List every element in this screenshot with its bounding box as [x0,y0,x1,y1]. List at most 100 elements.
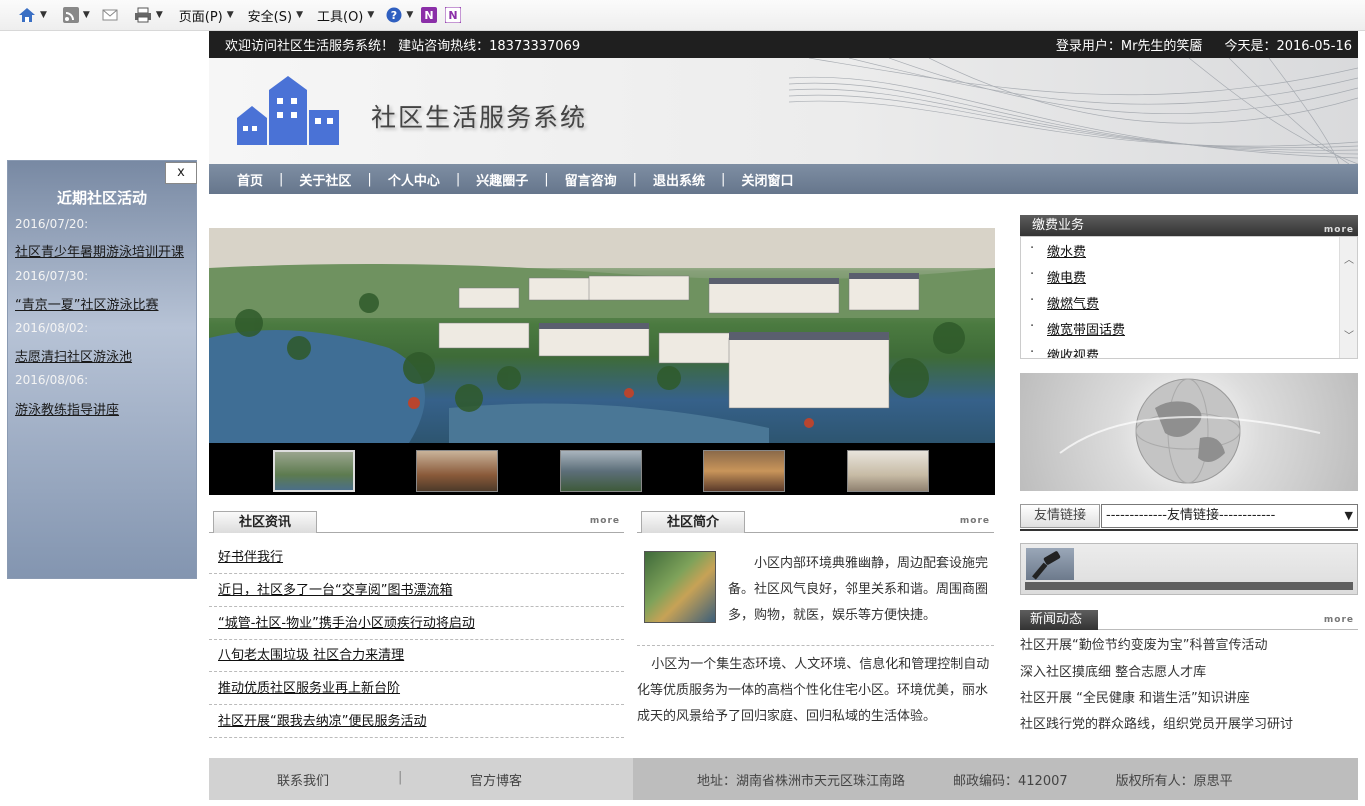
community-scene-illustration [209,228,995,443]
slide-thumbnail[interactable] [273,450,355,492]
scroll-up-icon[interactable]: ︿ [1344,251,1354,266]
contact-link[interactable]: 联系我们 [277,770,329,789]
community-news-header: 社区资讯 more [209,511,624,533]
news-item[interactable]: 好书伴我行 [209,541,624,574]
community-building-logo-icon [237,76,339,145]
news-dynamics-item[interactable]: 社区践行党的群众路线，组织党员开展学习研讨 [1020,713,1293,732]
panel-title: 近期社区活动 [56,189,147,207]
print-button[interactable]: ▼ [130,3,167,27]
chevron-down-icon[interactable]: ▼ [83,10,90,20]
chevron-down-icon: ▼ [296,10,303,20]
onenote-linked-button[interactable]: N [441,3,465,27]
safety-menu[interactable]: 安全(S) ▼ [244,3,307,27]
news-dynamics-item[interactable]: 社区开展“勤俭节约变废为宝”科普宣传活动 [1020,634,1267,653]
printer-icon [134,7,151,23]
chevron-down-icon[interactable]: ▼ [40,10,47,20]
event-link[interactable]: 游泳教练指导讲座 [15,399,119,418]
blog-link[interactable]: 官方博客 [470,770,522,789]
news-item[interactable]: 推动优质社区服务业再上新台阶 [209,672,624,705]
intro-paragraph: 小区为一个集生态环境、人文环境、信息化和管理控制自动化等优质服务为一体的高档个性… [637,657,990,724]
tools-menu-label: 工具(O) [317,9,364,25]
community-news-tab[interactable]: 社区资讯 [213,511,317,533]
page-menu-label: 页面(P) [178,9,223,25]
site-banner: 社区生活服务系统 [209,58,1358,164]
bullet: · [1030,293,1035,308]
scrollbar[interactable]: ︿ ﹀ [1339,237,1357,358]
news-dynamics-item[interactable]: 深入社区摸底细 整合志愿人才库 [1020,661,1206,680]
more-link[interactable]: more [960,516,990,526]
copyright-text: 版权所有人：原思平 [1115,773,1233,789]
event-date: 2016/08/02: [15,321,89,335]
slide-thumbnail[interactable] [847,450,929,492]
today-date: 今天是：2016-05-16 [1224,39,1352,54]
news-item[interactable]: 近日，社区多了一台“交享阅”图书漂流箱 [209,574,624,607]
links-label: 友情链接 [1020,504,1100,528]
news-item[interactable]: 八旬老太围垃圾 社区合力来清理 [209,639,624,672]
payment-link[interactable]: 缴水费 [1047,241,1086,260]
globe-icon [1059,378,1321,484]
address-text: 地址：湖南省株洲市天元区珠江南路 [697,773,906,789]
chevron-down-icon: ▼ [406,10,414,20]
slide-thumbnail[interactable] [416,450,498,492]
chevron-down-icon[interactable]: ▼ [1345,505,1353,527]
bullet: · [1030,241,1035,256]
community-intro-tab[interactable]: 社区简介 [641,511,745,533]
news-item[interactable]: 社区开展“跟我去纳凉”便民服务活动 [209,705,624,738]
divider [1020,529,1358,531]
gavel-icon [1032,551,1061,580]
payment-link[interactable]: 缴电费 [1047,267,1086,286]
progress-bar [1025,582,1353,590]
svg-text:N: N [425,9,434,22]
community-intro-header: 社区简介 more [637,511,994,533]
more-link[interactable]: more [590,516,620,526]
feeds-button[interactable]: ▼ [59,3,94,27]
intro-paragraph: 小区内部环境典雅幽静，周边配套设施完备。社区风气良好，邻里关系和谐。周围商圈多，… [728,556,989,623]
more-link[interactable]: more [1324,615,1354,625]
mail-button[interactable] [98,3,122,27]
browser-toolbar: ▼ ▼ ▼ 页面(P) ▼ 安全(S) ▼ 工具(O) ▼ ? ▼ N N [0,0,1365,31]
tools-menu[interactable]: 工具(O) ▼ [313,3,378,27]
payment-link[interactable]: 缴宽带固话费 [1047,319,1125,338]
bullet: · [1030,319,1035,334]
nav-personal-center[interactable]: 个人中心 [372,170,456,189]
payment-link[interactable]: 缴收视费 [1047,345,1099,358]
payment-link[interactable]: 缴燃气费 [1047,293,1099,312]
scroll-down-icon[interactable]: ﹀ [1344,327,1354,342]
event-date: 2016/08/06: [15,373,89,387]
links-select[interactable]: -------------友情链接------------ ▼ [1101,504,1358,528]
footer-info: 地址：湖南省株洲市天元区珠江南路 邮政编码：412007 版权所有人：原思平 [633,758,1358,800]
bullet: · [1030,345,1035,360]
postcode-text: 邮政编码：412007 [953,773,1068,789]
event-link[interactable]: “青京一夏”社区游泳比赛 [15,294,158,313]
page-menu[interactable]: 页面(P) ▼ [175,3,238,27]
nav-home[interactable]: 首页 [221,170,279,189]
nav-close-window[interactable]: 关闭窗口 [725,170,809,189]
hero-slideshow [209,228,995,495]
event-link[interactable]: 志愿清扫社区游泳池 [15,346,132,365]
slide-thumbnail[interactable] [560,450,642,492]
chevron-down-icon[interactable]: ▼ [156,10,163,20]
home-button[interactable]: ▼ [14,3,51,27]
news-dynamics-title: 新闻动态 [1020,610,1098,630]
footer: 联系我们 | 官方博客 地址：湖南省株洲市天元区珠江南路 邮政编码：412007… [209,758,1358,800]
slide-thumbnail[interactable] [703,450,785,492]
main-nav: 首页 | 关于社区 | 个人中心 | 兴趣圈子 | 留言咨询 | 退出系统 | … [209,164,1358,194]
nav-about[interactable]: 关于社区 [283,170,367,189]
rss-feed-icon [62,7,79,23]
nav-interest-circle[interactable]: 兴趣圈子 [460,170,544,189]
help-button[interactable]: ? ▼ [382,3,417,27]
payments-header: 缴费业务 more [1020,215,1358,236]
auction-box [1020,543,1358,595]
nav-logout[interactable]: 退出系统 [637,170,721,189]
nav-message[interactable]: 留言咨询 [549,170,633,189]
news-item[interactable]: “城管-社区-物业”携手治小区顽疾行动将启动 [209,607,624,640]
chevron-down-icon: ▼ [226,10,234,20]
event-link[interactable]: 社区青少年暑期游泳培训开课 [15,241,184,260]
site-title: 社区生活服务系统 [371,103,588,132]
close-button[interactable]: x [165,162,197,184]
news-dynamics-item[interactable]: 社区开展 “全民健康 和谐生活”知识讲座 [1020,687,1250,706]
help-icon: ? [386,7,402,23]
bullet: · [1030,267,1035,282]
chevron-down-icon: ▼ [367,10,375,20]
onenote-button[interactable]: N [417,3,441,27]
